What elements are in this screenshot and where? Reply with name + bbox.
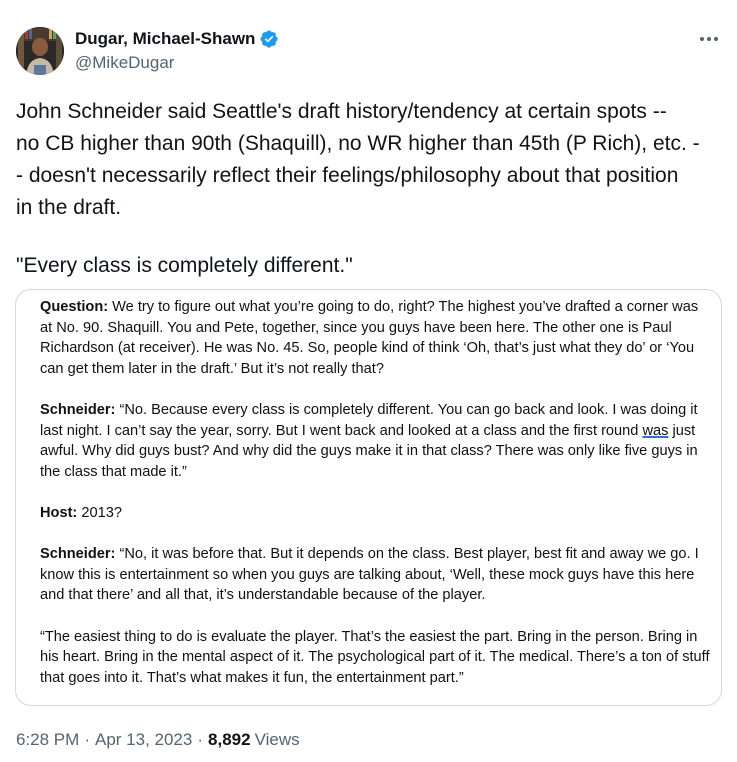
media-image[interactable]: Question: We try to figure out what you’… <box>15 289 722 706</box>
author-handle[interactable]: @MikeDugar <box>75 53 174 73</box>
transcript-document: Question: We try to figure out what you’… <box>40 297 710 705</box>
transcript-answer: Schneider: “No. Because every class is c… <box>40 400 710 482</box>
tweet-line: John Schneider said Seattle's draft hist… <box>16 100 667 123</box>
tweet-text: John Schneider said Seattle's draft hist… <box>16 96 728 282</box>
separator: · <box>84 730 90 749</box>
paragraph-text: 2013? <box>77 504 122 521</box>
speaker-label: Schneider: <box>40 401 116 418</box>
underlined-word: was <box>642 422 669 439</box>
verified-badge-icon <box>259 29 279 49</box>
transcript-host: Host: 2013? <box>40 503 710 524</box>
speaker-label: Host: <box>40 504 78 521</box>
tweet: Dugar, Michael-Shawn @MikeDugar John Sch… <box>0 0 737 762</box>
transcript-answer-continued: “The easiest thing to do is evaluate the… <box>40 628 710 686</box>
more-icon[interactable] <box>696 28 722 50</box>
tweet-line: "Every class is completely different." <box>16 254 353 277</box>
separator: · <box>197 730 204 749</box>
paragraph-text: We try to figure out what you’re going t… <box>40 299 699 377</box>
avatar[interactable] <box>16 27 64 75</box>
tweet-time[interactable]: 6:28 PM <box>16 730 79 750</box>
tweet-line: in the draft. <box>16 196 122 219</box>
display-name[interactable]: Dugar, Michael-Shawn <box>75 29 255 49</box>
tweet-date[interactable]: Apr 13, 2023 <box>95 730 192 750</box>
tweet-metadata: 6:28 PM · Apr 13, 2023 · 8,892 Views <box>16 730 300 750</box>
speaker-label: Schneider: <box>40 546 116 563</box>
tweet-line: no CB higher than 90th (Shaquill), no WR… <box>16 132 700 155</box>
transcript-answer: Schneider: “No, it was before that. But … <box>40 544 710 606</box>
tweet-line: - doesn't necessarily reflect their feel… <box>16 164 679 187</box>
paragraph-text: “No. Because every class is completely d… <box>40 401 698 439</box>
speaker-label: Question: <box>40 299 109 315</box>
paragraph-text: “No, it was before that. But it depends … <box>40 546 699 604</box>
views-count[interactable]: 8,892 <box>208 730 251 750</box>
transcript-question: Question: We try to figure out what you’… <box>40 297 710 379</box>
author-name-row[interactable]: Dugar, Michael-Shawn <box>75 28 279 50</box>
views-label: Views <box>254 730 300 749</box>
